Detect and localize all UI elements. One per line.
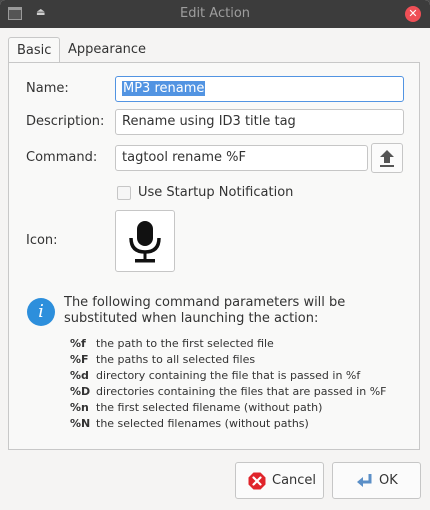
param-desc: the selected filenames (without paths) xyxy=(96,417,309,430)
ok-button[interactable]: OK xyxy=(332,462,421,499)
param-row: %D directories containing the files that … xyxy=(70,385,386,398)
param-desc: directory containing the file that is pa… xyxy=(96,369,361,382)
tab-basic[interactable]: Basic xyxy=(8,37,61,63)
param-code: %N xyxy=(70,417,91,430)
name-field[interactable]: MP3 rename xyxy=(115,76,404,102)
name-field-text: MP3 rename xyxy=(122,81,206,96)
param-row: %N the selected filenames (without paths) xyxy=(70,417,309,430)
browse-command-button[interactable] xyxy=(371,143,403,173)
command-label: Command: xyxy=(26,150,98,165)
param-row: %f the path to the first selected file xyxy=(70,337,274,350)
info-icon: i xyxy=(27,298,55,326)
param-desc: the paths to all selected files xyxy=(96,353,256,366)
param-code: %n xyxy=(70,401,89,414)
info-text: The following command parameters will be… xyxy=(64,295,346,326)
cancel-button-label: Cancel xyxy=(272,473,317,488)
ok-button-label: OK xyxy=(379,473,398,488)
cancel-button[interactable]: Cancel xyxy=(235,462,324,499)
name-label: Name: xyxy=(26,81,69,96)
param-row: %d directory containing the file that is … xyxy=(70,369,360,382)
param-row: %F the paths to all selected files xyxy=(70,353,255,366)
icon-chooser-button[interactable] xyxy=(115,210,175,272)
param-code: %f xyxy=(70,337,86,350)
title-bar[interactable]: ⏏ Edit Action ✕ xyxy=(0,0,430,28)
window-title: Edit Action xyxy=(179,6,251,21)
icon-label: Icon: xyxy=(26,233,58,248)
upload-arrow-icon xyxy=(380,150,394,167)
param-row: %n the first selected filename (without p… xyxy=(70,401,322,414)
description-field[interactable]: Rename using ID3 title tag xyxy=(115,109,404,135)
enter-arrow-icon xyxy=(357,474,372,487)
command-field[interactable]: tagtool rename %F xyxy=(115,145,368,171)
microphone-icon xyxy=(129,221,161,263)
startup-notification-label: Use Startup Notification xyxy=(138,185,294,200)
param-desc: the path to the first selected file xyxy=(96,337,274,350)
param-code: %F xyxy=(70,353,89,366)
close-button[interactable]: ✕ xyxy=(405,6,421,22)
description-label: Description: xyxy=(26,114,105,129)
param-code: %D xyxy=(70,385,91,398)
param-desc: the first selected filename (without pat… xyxy=(96,401,323,414)
cancel-icon xyxy=(248,472,266,490)
edit-action-dialog: ⏏ Edit Action ✕ Basic Appearance Conditi… xyxy=(0,0,430,510)
param-desc: directories containing the files that ar… xyxy=(96,385,387,398)
startup-notification-checkbox[interactable] xyxy=(117,186,131,200)
tab-appearance-conditions[interactable]: Appearance Conditions xyxy=(60,37,154,82)
param-code: %d xyxy=(70,369,89,382)
